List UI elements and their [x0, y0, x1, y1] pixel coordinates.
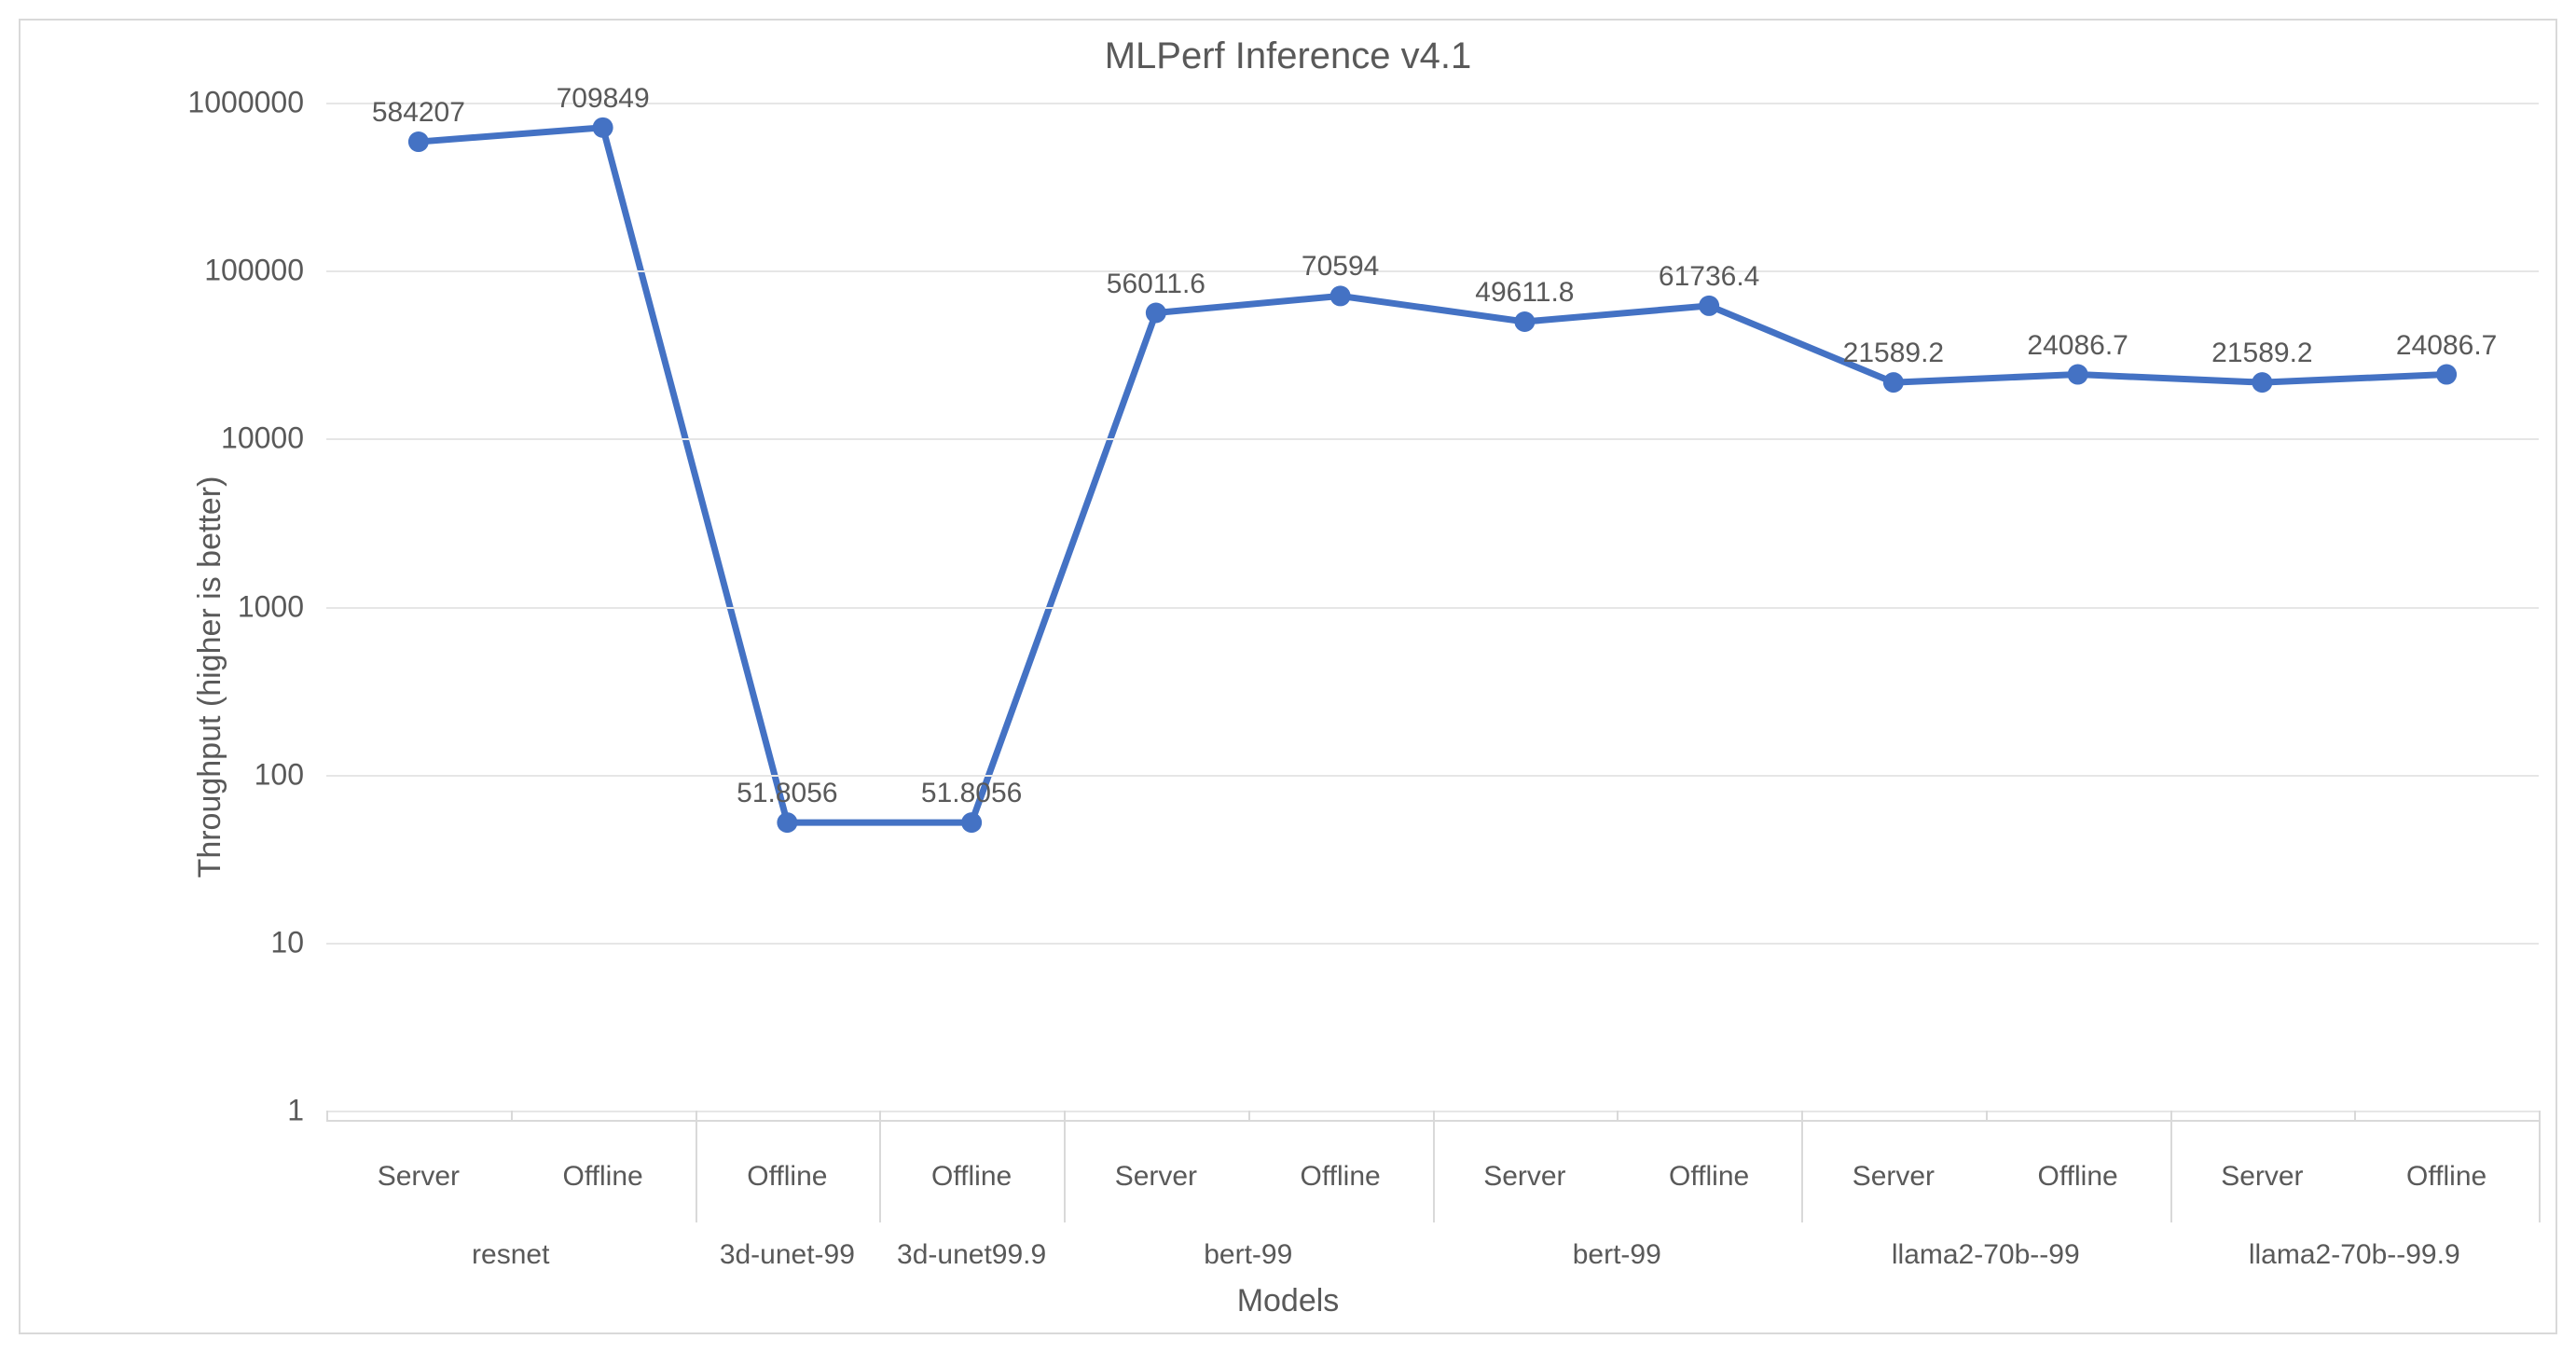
x-tick-mark — [326, 1111, 328, 1120]
x-tick-separator — [2539, 1120, 2541, 1222]
y-axis-label: Throughput (higher is better) — [192, 476, 228, 877]
data-label: 709849 — [557, 83, 650, 115]
x-tick-label: Offline — [1248, 1120, 1433, 1222]
x-tick-mark — [1064, 1111, 1066, 1120]
data-point — [2436, 365, 2457, 385]
x-group-label: resnet — [326, 1222, 696, 1278]
x-tick-separator — [879, 1120, 881, 1222]
x-group-label: bert-99 — [1433, 1222, 1802, 1278]
data-label: 70594 — [1302, 251, 1379, 283]
x-tick-label: Server — [1433, 1120, 1618, 1222]
x-tick-mark — [1433, 1111, 1435, 1120]
chart-title: MLPerf Inference v4.1 — [0, 35, 2576, 77]
x-tick-mark — [879, 1111, 881, 1120]
x-tick-separator — [1433, 1120, 1435, 1222]
x-tick-mark — [2170, 1111, 2172, 1120]
x-tick-label: Server — [1064, 1120, 1248, 1222]
chart-container: MLPerf Inference v4.1 Throughput (higher… — [0, 0, 2576, 1353]
x-tick-label: Offline — [511, 1120, 696, 1222]
x-tick-separator — [2170, 1120, 2172, 1222]
x-tick-label: Server — [1801, 1120, 1986, 1222]
y-tick-label: 1 — [287, 1094, 326, 1128]
gridline — [326, 438, 2539, 440]
x-tick-mark — [1617, 1111, 1619, 1120]
y-tick-label: 1000 — [238, 589, 326, 624]
x-tick-mark — [511, 1111, 513, 1120]
x-tick-label: Offline — [879, 1120, 1064, 1222]
x-tick-label: Offline — [1617, 1120, 1801, 1222]
data-label: 24086.7 — [2027, 330, 2128, 362]
data-point — [1146, 303, 1166, 324]
x-tick-mark — [1801, 1111, 1803, 1120]
x-axis-tick-row: ServerOfflineOfflineOfflineServerOffline… — [326, 1120, 2539, 1222]
x-tick-mark — [1248, 1111, 1250, 1120]
y-tick-label: 10 — [270, 925, 326, 960]
data-point — [408, 131, 429, 152]
x-tick-label: Offline — [2354, 1120, 2539, 1222]
gridline — [326, 270, 2539, 272]
gridline — [326, 943, 2539, 945]
x-tick-separator — [1064, 1120, 1066, 1222]
y-tick-label: 100 — [255, 757, 326, 792]
gridline — [326, 103, 2539, 104]
data-point — [1699, 296, 1719, 316]
data-point — [1514, 311, 1535, 332]
x-tick-label: Offline — [1986, 1120, 2170, 1222]
data-label: 51.8056 — [737, 778, 837, 809]
data-label: 51.8056 — [921, 778, 1022, 809]
y-tick-label: 1000000 — [187, 86, 326, 120]
gridline — [326, 607, 2539, 609]
data-label: 56011.6 — [1107, 269, 1205, 300]
data-label: 49611.8 — [1475, 277, 1574, 309]
x-group-label: llama2-70b--99.9 — [2170, 1222, 2540, 1278]
y-tick-label: 10000 — [221, 421, 326, 456]
x-group-label: 3d-unet-99 — [696, 1222, 880, 1278]
data-point — [2068, 365, 2088, 385]
x-axis-group-row: resnet3d-unet-993d-unet99.9bert-99bert-9… — [326, 1222, 2539, 1278]
x-tick-mark — [696, 1111, 697, 1120]
x-tick-mark — [2354, 1111, 2356, 1120]
x-tick-label: Offline — [696, 1120, 880, 1222]
x-group-label: llama2-70b--99 — [1801, 1222, 2170, 1278]
data-point — [2252, 372, 2272, 393]
data-label: 61736.4 — [1659, 261, 1759, 293]
data-point — [593, 117, 613, 138]
x-tick-label: Server — [326, 1120, 511, 1222]
x-tick-separator — [696, 1120, 697, 1222]
x-tick-separator — [1801, 1120, 1803, 1222]
x-group-label: 3d-unet99.9 — [879, 1222, 1064, 1278]
gridline — [326, 775, 2539, 777]
data-point — [961, 812, 982, 833]
data-label: 21589.2 — [2211, 338, 2312, 369]
data-point — [777, 812, 797, 833]
data-label: 584207 — [372, 97, 465, 129]
x-axis-label: Models — [0, 1283, 2576, 1319]
data-label: 24086.7 — [2396, 330, 2497, 362]
x-group-label: bert-99 — [1064, 1222, 1433, 1278]
data-label: 21589.2 — [1843, 338, 1944, 369]
y-tick-label: 100000 — [204, 254, 326, 288]
data-point — [1330, 285, 1351, 306]
data-point — [1883, 372, 1904, 393]
x-tick-mark — [2539, 1111, 2541, 1120]
x-tick-label: Server — [2170, 1120, 2355, 1222]
series-line — [419, 128, 2446, 822]
plot-area: 1101001000100001000001000000584207709849… — [326, 103, 2539, 1111]
x-tick-mark — [1986, 1111, 1988, 1120]
